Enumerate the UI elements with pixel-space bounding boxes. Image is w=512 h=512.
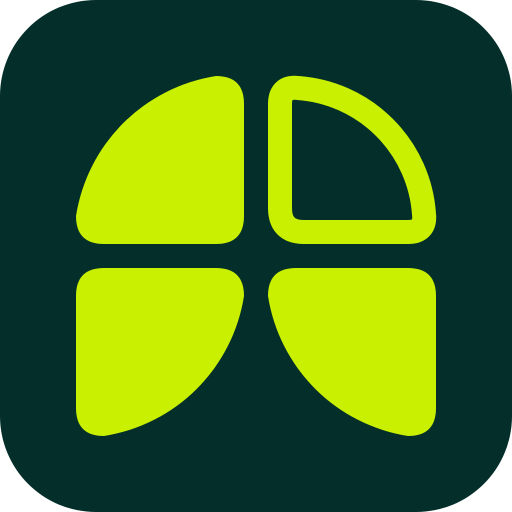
app-icon-canvas [0, 0, 512, 512]
icon-background [0, 0, 512, 512]
pie-chart-app-icon [0, 0, 512, 512]
